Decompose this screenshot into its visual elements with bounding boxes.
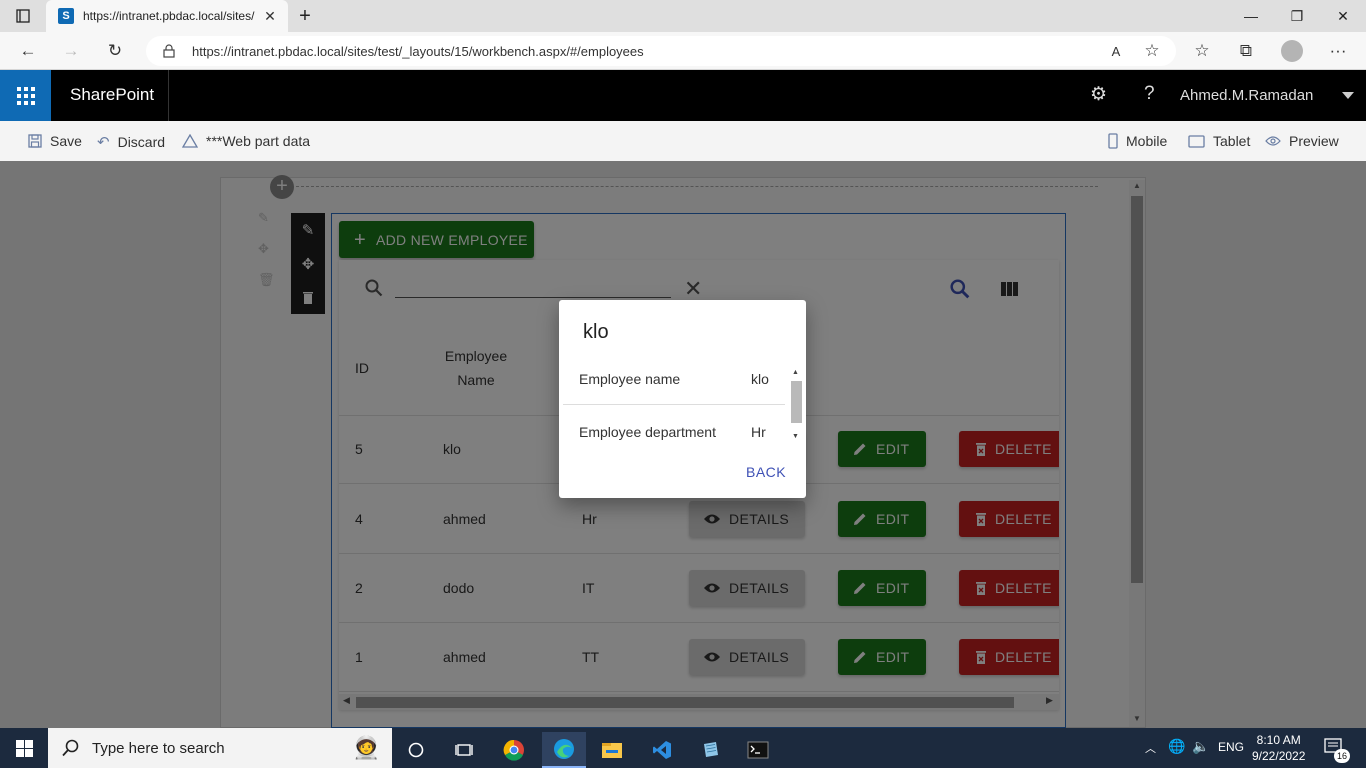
chrome-icon[interactable]: [492, 732, 536, 768]
save-label: Save: [50, 133, 82, 149]
tab-title: https://intranet.pbdac.local/sites/: [83, 9, 255, 23]
webpart-data-button[interactable]: ***Web part data: [182, 133, 310, 149]
sharepoint-favicon-icon: S: [58, 8, 74, 24]
file-explorer-icon[interactable]: [590, 732, 634, 768]
vscode-icon[interactable]: [640, 732, 684, 768]
tablet-label: Tablet: [1213, 133, 1251, 149]
dialog-scroll-up-icon[interactable]: ▲: [792, 369, 799, 376]
forward-arrow-icon[interactable]: →: [57, 38, 85, 64]
lock-icon: [162, 43, 176, 59]
back-button[interactable]: BACK: [746, 464, 786, 480]
tab-actions-icon: [16, 9, 30, 23]
suite-divider: [168, 70, 169, 121]
sharepoint-suite-bar: SharePoint ⚙ ? Ahmed.M.Ramadan: [0, 70, 1366, 121]
clock-date: 9/22/2022: [1252, 749, 1306, 763]
workbench-command-bar: Save ↶ Discard ***Web part data Mobile T…: [0, 121, 1366, 161]
field-label: Employee name: [579, 371, 681, 387]
back-arrow-icon[interactable]: ←: [14, 38, 42, 64]
discard-button[interactable]: ↶ Discard: [97, 133, 165, 151]
tablet-icon: [1188, 134, 1205, 148]
url-text: https://intranet.pbdac.local/sites/test/…: [192, 43, 644, 59]
language-indicator[interactable]: ENG: [1218, 740, 1244, 754]
tab-close-icon[interactable]: ✕: [260, 8, 280, 25]
app-title[interactable]: SharePoint: [70, 85, 154, 105]
help-icon[interactable]: ?: [1144, 83, 1155, 105]
mobile-icon: [1108, 133, 1118, 149]
preview-label: Preview: [1289, 133, 1339, 149]
window-close-icon[interactable]: ✕: [1320, 0, 1366, 32]
address-bar-row: ← → ↻ https://intranet.pbdac.local/sites…: [0, 32, 1366, 70]
clock-time: 8:10 AM: [1256, 733, 1301, 747]
preview-button[interactable]: Preview: [1265, 133, 1339, 149]
taskbar-clock[interactable]: 8:10 AM 9/22/2022: [1252, 732, 1305, 764]
terminal-icon[interactable]: [736, 732, 780, 768]
user-name[interactable]: Ahmed.M.Ramadan: [1180, 87, 1313, 104]
network-globe-icon[interactable]: 🌐: [1168, 738, 1185, 755]
new-tab-icon[interactable]: +: [282, 0, 328, 32]
webpart-data-label: ***Web part data: [206, 133, 311, 149]
tablet-button[interactable]: Tablet: [1188, 133, 1250, 149]
taskbar-search-placeholder: Type here to search: [92, 739, 225, 757]
windows-start-icon[interactable]: [0, 728, 48, 768]
dialog-scroll-thumb[interactable]: [791, 381, 802, 423]
volume-icon[interactable]: 🔈: [1192, 738, 1209, 755]
browser-tab-active[interactable]: S https://intranet.pbdac.local/sites/ ✕: [46, 0, 288, 32]
url-field[interactable]: https://intranet.pbdac.local/sites/test/…: [146, 36, 1176, 66]
notepad-app-icon[interactable]: [688, 732, 732, 768]
dialog-title: klo: [583, 321, 609, 343]
minimize-icon[interactable]: —: [1228, 0, 1274, 32]
eye-icon: [1265, 135, 1281, 147]
taskbar-search-box[interactable]: Type here to search 🧑‍🚀: [48, 728, 392, 768]
triangle-icon: [182, 134, 198, 148]
more-options-icon[interactable]: ···: [1324, 38, 1352, 64]
profile-icon[interactable]: [1278, 38, 1306, 64]
save-icon: [28, 134, 42, 148]
field-value: Hr: [751, 424, 766, 440]
add-favorite-icon[interactable]: ☆: [1138, 38, 1166, 64]
chevron-down-icon[interactable]: [1342, 92, 1354, 99]
read-aloud-icon[interactable]: A: [1102, 38, 1130, 64]
app-launcher-icon[interactable]: [0, 70, 51, 121]
cortana-icon[interactable]: [394, 732, 438, 768]
edge-icon[interactable]: [542, 732, 586, 768]
windows-taskbar: Type here to search 🧑‍🚀 ︿ 🌐 🔈 ENG 8:10 A…: [0, 728, 1366, 768]
dialog-scroll-down-icon[interactable]: ▼: [792, 433, 799, 440]
mobile-button[interactable]: Mobile: [1108, 133, 1167, 149]
dialog-divider: [563, 404, 785, 405]
collections-icon[interactable]: ⧉: [1232, 38, 1260, 64]
settings-gear-icon[interactable]: ⚙: [1090, 83, 1107, 106]
search-icon: [62, 739, 79, 757]
chevron-up-icon[interactable]: ︿: [1145, 740, 1156, 756]
search-highlight-icon: 🧑‍🚀: [352, 735, 380, 760]
undo-icon: ↶: [97, 134, 110, 151]
restore-icon[interactable]: ❐: [1274, 0, 1320, 32]
discard-label: Discard: [117, 134, 166, 150]
mobile-label: Mobile: [1126, 133, 1168, 149]
browser-tab-strip: S https://intranet.pbdac.local/sites/ ✕ …: [0, 0, 1366, 32]
refresh-icon[interactable]: ↻: [101, 38, 129, 64]
task-view-icon[interactable]: [442, 732, 486, 768]
tab-actions-button[interactable]: [0, 0, 46, 32]
dialog-content: Employee name klo Employee department Hr: [559, 365, 790, 445]
save-button[interactable]: Save: [28, 133, 82, 149]
notification-badge: 16: [1334, 749, 1350, 763]
favorites-icon[interactable]: ☆: [1188, 38, 1216, 64]
field-value: klo: [751, 371, 769, 387]
field-label: Employee department: [579, 424, 716, 440]
